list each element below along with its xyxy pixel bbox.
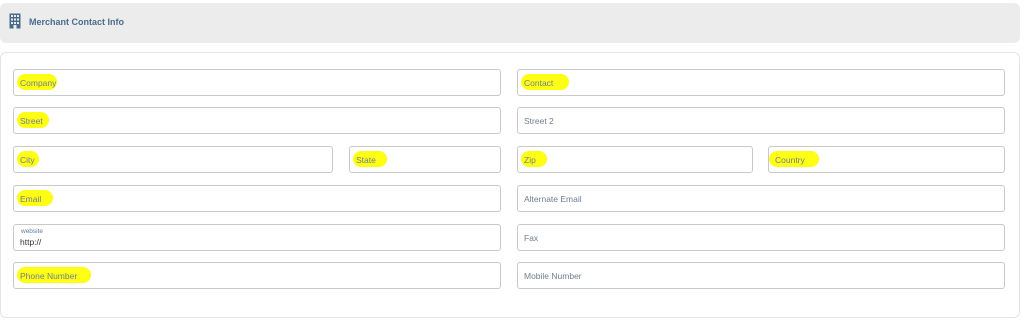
website-label: website bbox=[21, 228, 44, 235]
alternate-email-placeholder: Alternate Email bbox=[524, 194, 582, 204]
website-field[interactable]: website http:// bbox=[13, 224, 501, 251]
company-placeholder: Company bbox=[20, 78, 57, 88]
alternate-email-field[interactable]: Alternate Email bbox=[517, 185, 1005, 212]
country-field[interactable]: Country bbox=[768, 146, 1005, 173]
website-value: http:// bbox=[20, 237, 42, 247]
contact-field[interactable]: Contact bbox=[517, 69, 1005, 96]
country-placeholder: Country bbox=[775, 155, 805, 165]
street-placeholder: Street bbox=[20, 116, 43, 126]
zip-placeholder: Zip bbox=[524, 155, 536, 165]
contact-placeholder: Contact bbox=[524, 78, 554, 88]
city-field[interactable]: City bbox=[13, 146, 333, 173]
panel-header: Merchant Contact Info bbox=[0, 3, 1020, 43]
state-placeholder: State bbox=[356, 155, 376, 165]
zip-field[interactable]: Zip bbox=[517, 146, 753, 173]
state-field[interactable]: State bbox=[349, 146, 501, 173]
street-field[interactable]: Street bbox=[13, 107, 501, 134]
street2-field[interactable]: Street 2 bbox=[517, 107, 1005, 134]
email-field[interactable]: Email bbox=[13, 185, 501, 212]
phone-number-placeholder: Phone Number bbox=[20, 271, 78, 281]
mobile-number-field[interactable]: Mobile Number bbox=[517, 262, 1005, 289]
company-field[interactable]: Company bbox=[13, 69, 501, 96]
mobile-number-placeholder: Mobile Number bbox=[524, 271, 582, 281]
phone-number-field[interactable]: Phone Number bbox=[13, 262, 501, 289]
street2-placeholder: Street 2 bbox=[524, 116, 554, 126]
email-placeholder: Email bbox=[20, 194, 42, 204]
panel-title: Merchant Contact Info bbox=[29, 17, 125, 27]
fax-placeholder: Fax bbox=[524, 233, 539, 243]
building-icon bbox=[9, 13, 21, 29]
city-placeholder: City bbox=[20, 155, 35, 165]
fax-field[interactable]: Fax bbox=[517, 224, 1005, 251]
